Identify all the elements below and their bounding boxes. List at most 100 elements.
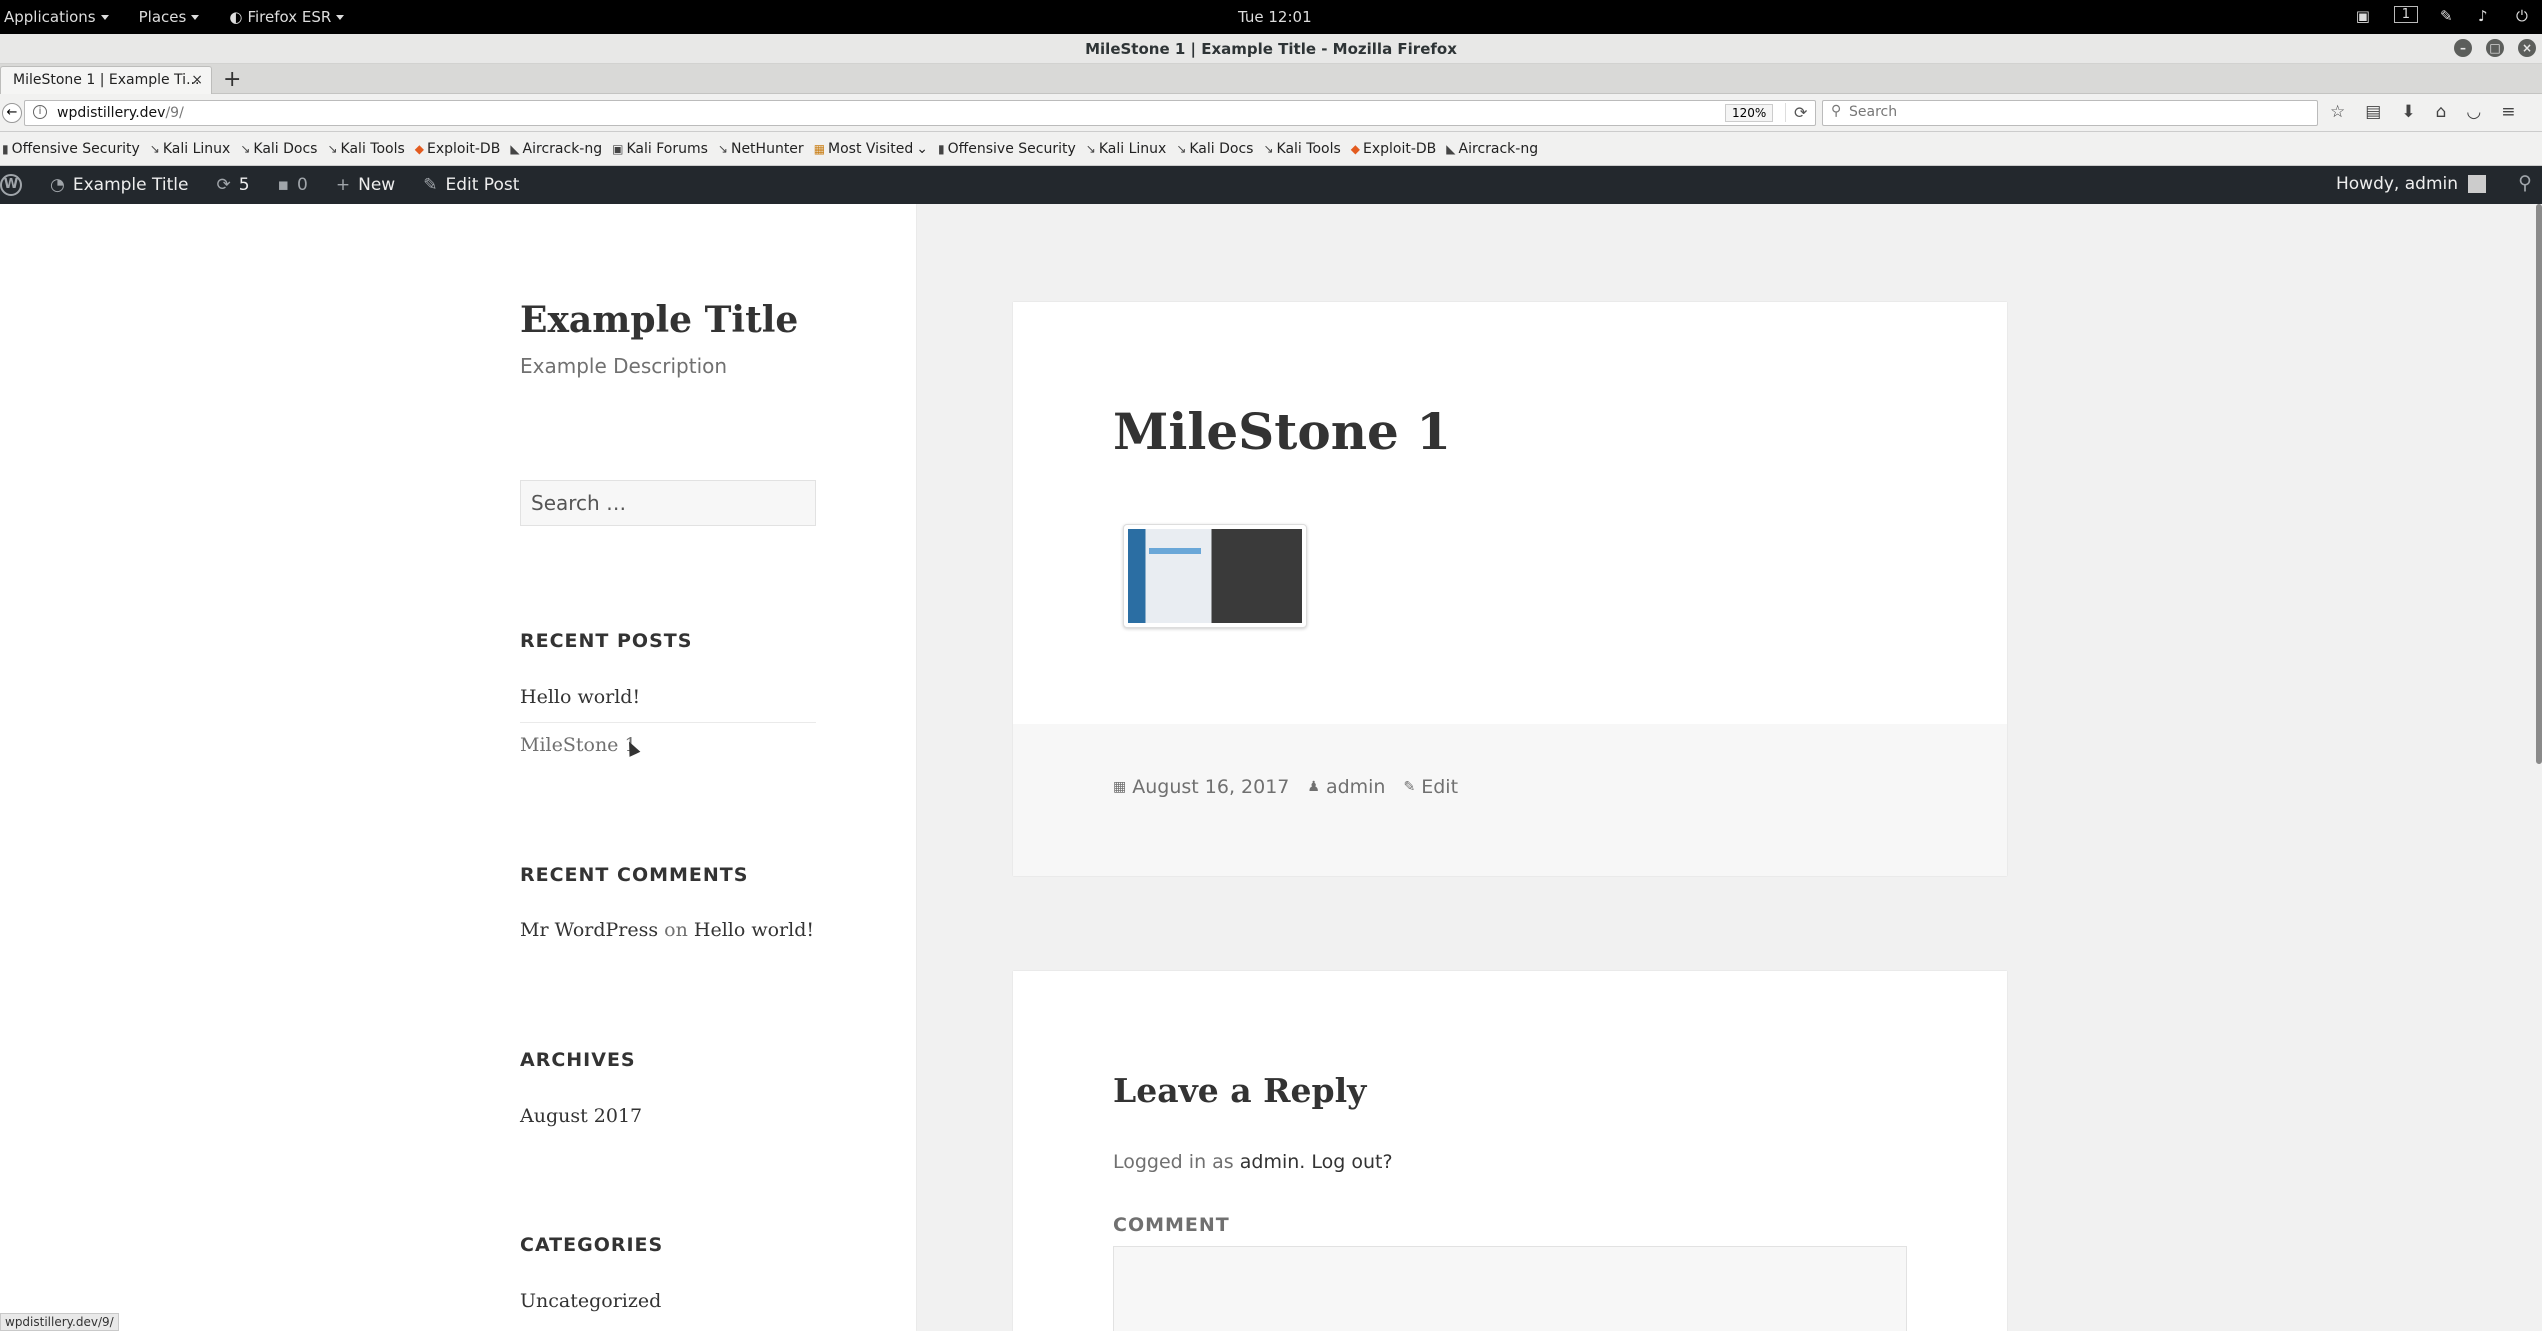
bookmark-item[interactable]: ↘ NetHunter [718,141,804,157]
bookmark-item[interactable]: ↘ Kali Tools [1263,141,1340,157]
wp-comments[interactable]: ▪ 0 [278,175,308,195]
search-icon: ⚲ [1831,103,1842,119]
maximize-button[interactable]: □ [2486,39,2504,57]
tab-milestone[interactable]: MileStone 1 | Example Ti... × [0,66,212,94]
recent-post-link[interactable]: Hello world! [520,686,640,708]
wp-edit-post[interactable]: ✎ Edit Post [423,175,519,195]
logged-in-text: Logged in as admin. Log out? [1113,1151,1393,1173]
bookmark-item[interactable]: ▣ Kali Forums [612,141,708,157]
category-link[interactable]: Uncategorized [520,1290,661,1312]
applications-menu[interactable]: Applications [4,8,109,26]
close-window-button[interactable]: × [2518,39,2536,57]
bookmark-item[interactable]: ◣ Aircrack-ng [510,141,602,157]
archive-link[interactable]: August 2017 [520,1105,642,1127]
post-edit-link[interactable]: ✎ Edit [1403,776,1458,798]
bookmark-item[interactable]: ↘ Kali Docs [240,141,317,157]
power-icon[interactable]: ⏻ [2516,7,2532,25]
status-url: wpdistillery.dev/9/ [0,1313,119,1331]
firefox-app-menu[interactable]: ◐ Firefox ESR [229,8,345,26]
logged-in-user-link[interactable]: admin. [1240,1151,1306,1173]
bookmark-item[interactable]: ▮ Offensive Security [2,141,140,157]
reload-icon[interactable]: ⟳ [1785,103,1807,122]
pocket-icon[interactable]: ◡ [2466,102,2481,122]
volume-icon[interactable]: ♪ [2478,7,2494,25]
forums-icon: ▣ [612,141,624,156]
url-bar[interactable]: i wpdistillery.dev/9/ 120% ⟳ [24,100,1816,126]
screenshot-tray-icon[interactable]: ▣ [2356,7,2372,25]
bookmark-item[interactable]: ↘ Kali Docs [1176,141,1253,157]
new-tab-button[interactable]: + [223,67,241,92]
divider [520,722,816,723]
close-icon[interactable]: × [191,72,203,88]
search-icon[interactable]: ⚲ [2518,172,2532,194]
comment-textarea[interactable] [1113,1246,1907,1331]
kali-icon: ↘ [1263,141,1274,156]
bookmark-item[interactable]: ↘ Kali Tools [327,141,404,157]
applications-label: Applications [4,8,96,26]
network-icon[interactable]: ✎ [2440,7,2456,25]
hamburger-menu-icon[interactable]: ≡ [2501,102,2515,122]
scrollbar[interactable] [2536,204,2542,764]
archives-title: ARCHIVES [520,1049,636,1071]
site-title[interactable]: Example Title [520,299,798,341]
zoom-indicator[interactable]: 120% [1725,104,1774,122]
search-input[interactable] [1849,104,2289,120]
places-label: Places [138,8,187,26]
pencil-icon: ✎ [423,175,438,195]
wp-account-menu[interactable]: Howdy, admin [2336,174,2486,194]
recent-post-link[interactable]: MileStone 1 [520,734,637,756]
comment-post-link[interactable]: Hello world! [694,919,814,941]
bookmark-folder-most-visited[interactable]: ▦ Most Visited ⌄ [814,141,928,157]
workspace-indicator[interactable]: 1 [2393,6,2418,23]
bookmark-label: Offensive Security [11,140,140,157]
avatar [2468,175,2486,193]
exploitdb-icon: ◆ [414,141,425,156]
info-icon[interactable]: i [33,105,47,119]
calendar-icon: ▦ [1113,779,1127,795]
minimize-button[interactable]: – [2454,39,2472,57]
site-name-label: Example Title [72,175,189,195]
download-icon[interactable]: ⬇ [2401,102,2415,122]
reply-title: Leave a Reply [1113,1071,1367,1110]
bookmark-item[interactable]: ↘ Kali Linux [1086,141,1167,157]
bookmark-label: Most Visited [828,140,914,157]
comment-form-card: Leave a Reply Logged in as admin. Log ou… [1013,971,2007,1331]
post-author: admin [1325,776,1386,798]
bookmarks-library-icon[interactable]: ▤ [2365,102,2381,122]
bookmark-label: Kali Docs [253,140,318,157]
pencil-icon: ✎ [1403,779,1416,795]
wp-new-content[interactable]: + New [336,175,395,195]
comment-author-link[interactable]: Mr WordPress [520,919,658,941]
wp-updates[interactable]: ⟳ 5 [216,175,249,195]
bookmark-item[interactable]: ▮ Offensive Security [938,141,1076,157]
comments-count: 0 [297,175,308,195]
bookmark-item[interactable]: ↘ Kali Linux [150,141,231,157]
back-button[interactable]: ← [2,103,22,123]
user-icon: ♟ [1307,779,1320,795]
post-author-link[interactable]: ♟ admin [1307,776,1385,798]
wordpress-logo-icon[interactable]: W [0,174,22,196]
bookmark-label: Aircrack-ng [1458,140,1539,157]
kali-icon: ↘ [149,141,160,156]
new-label: New [358,175,396,195]
search-bar[interactable]: ⚲ [1822,100,2318,126]
bookmark-item[interactable]: ◆ Exploit-DB [415,141,501,157]
bookmark-item[interactable]: ◆ Exploit-DB [1351,141,1437,157]
kali-icon: ↘ [717,141,728,156]
gnome-top-bar: Applications Places ◐ Firefox ESR Tue 12… [0,0,2542,34]
wp-site-name[interactable]: ◔ Example Title [50,175,188,195]
tab-strip: MileStone 1 | Example Ti... × + [0,64,2542,94]
places-menu[interactable]: Places [139,8,200,26]
post-date-link[interactable]: ▦ August 16, 2017 [1113,776,1289,798]
bookmark-item[interactable]: ◣ Aircrack-ng [1446,141,1538,157]
clock[interactable]: Tue 12:01 [1238,8,1312,26]
logout-link[interactable]: Log out? [1311,1151,1392,1173]
window-titlebar: MileStone 1 | Example Title - Mozilla Fi… [0,34,2542,64]
sidebar-search-input[interactable] [520,480,816,526]
home-icon[interactable]: ⌂ [2436,102,2447,122]
edit-post-label: Edit Post [445,175,520,195]
post-image-thumbnail[interactable] [1123,524,1307,628]
bookmark-star-icon[interactable]: ☆ [2330,102,2345,122]
kali-icon: ↘ [240,141,251,156]
url-text[interactable]: wpdistillery.dev/9/ [57,105,184,121]
